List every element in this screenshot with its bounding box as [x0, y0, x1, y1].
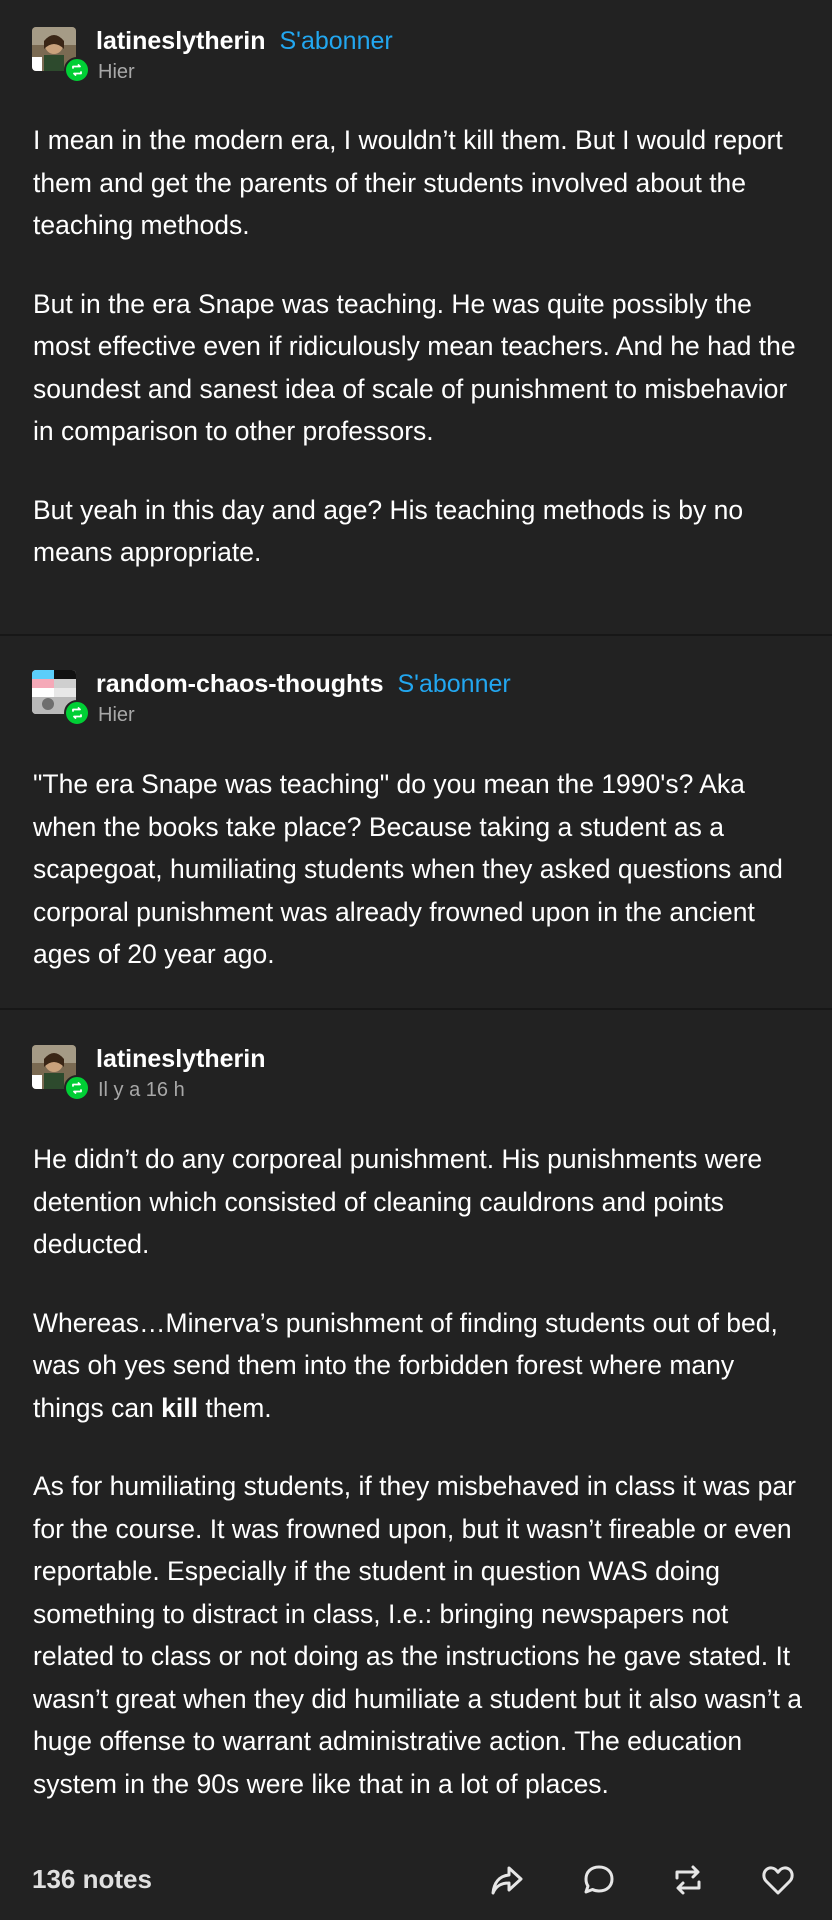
follow-button[interactable]: S'abonner [280, 27, 393, 55]
post-paragraph: Whereas…Minerva’s punishment of finding … [33, 1302, 808, 1430]
reply-icon[interactable] [577, 1858, 621, 1902]
avatar-wrap[interactable] [32, 1045, 90, 1101]
post-username[interactable]: random-chaos-thoughts S'abonner [96, 670, 511, 699]
post-body: I mean in the modern era, I wouldn’t kil… [33, 119, 808, 574]
like-icon[interactable] [756, 1858, 800, 1902]
reblog-icon[interactable] [666, 1858, 710, 1902]
notes-count[interactable]: 136 notes [32, 1864, 152, 1895]
post-body: "The era Snape was teaching" do you mean… [33, 763, 808, 976]
post-footer: 136 notes [0, 1850, 832, 1920]
follow-button[interactable]: S'abonner [398, 670, 511, 698]
username-text[interactable]: random-chaos-thoughts [96, 670, 384, 698]
paragraph-text: Whereas…Minerva’s punishment of finding … [33, 1307, 778, 1423]
post-header: random-chaos-thoughts S'abonner Hier [32, 670, 812, 730]
post-timestamp[interactable]: Hier [98, 704, 135, 727]
reblog-badge-icon [64, 700, 90, 726]
post-divider [0, 1008, 832, 1010]
post-header: latineslytherin S'abonner Hier [32, 27, 812, 87]
paragraph-text: them. [198, 1392, 272, 1423]
avatar-wrap[interactable] [32, 670, 90, 726]
username-text[interactable]: latineslytherin [96, 27, 266, 55]
post-paragraph: He didn’t do any corporeal punishment. H… [33, 1144, 763, 1259]
bold-text: kill [161, 1392, 198, 1423]
post-timestamp[interactable]: Hier [98, 61, 135, 84]
post-username[interactable]: latineslytherin S'abonner [96, 27, 393, 56]
post-paragraph: "The era Snape was teaching" do you mean… [33, 769, 783, 969]
post-timestamp[interactable]: Il y a 16 h [98, 1079, 185, 1102]
reblog-badge-icon [64, 57, 90, 83]
post-paragraph: As for humiliating students, if they mis… [33, 1471, 802, 1799]
username-text[interactable]: latineslytherin [96, 1045, 266, 1073]
post-paragraph: But yeah in this day and age? His teachi… [33, 494, 744, 568]
post-divider [0, 634, 832, 636]
post-username[interactable]: latineslytherin [96, 1045, 266, 1074]
avatar-wrap[interactable] [32, 27, 90, 83]
post-body: He didn’t do any corporeal punishment. H… [33, 1138, 808, 1805]
post-header: latineslytherin Il y a 16 h [32, 1045, 812, 1105]
post-paragraph: I mean in the modern era, I wouldn’t kil… [33, 125, 783, 240]
reblog-badge-icon [64, 1075, 90, 1101]
share-icon[interactable] [485, 1858, 529, 1902]
post-paragraph: But in the era Snape was teaching. He wa… [33, 288, 796, 447]
